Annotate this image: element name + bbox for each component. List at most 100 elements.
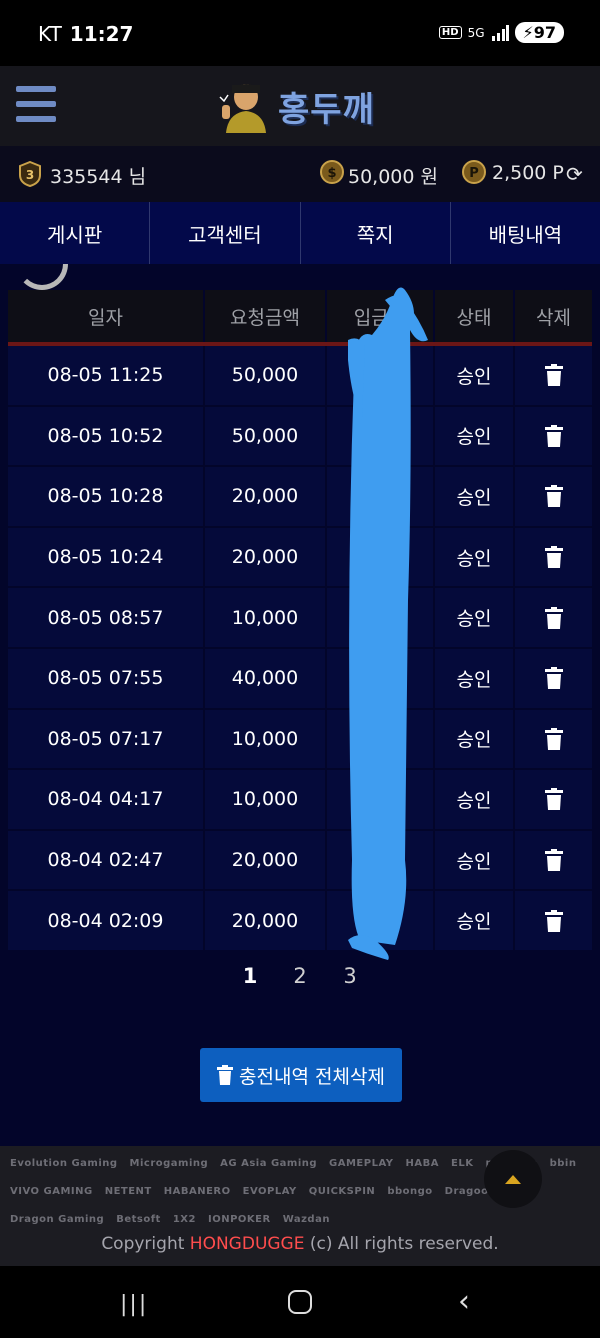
row-depositor: [327, 467, 435, 526]
trash-icon: [544, 606, 563, 629]
row-status: 승인: [435, 709, 515, 769]
row-date: 08-05 07:55: [8, 648, 205, 708]
page-2[interactable]: 2: [291, 964, 309, 994]
row-delete-button[interactable]: [515, 588, 592, 647]
row-status: 승인: [435, 467, 515, 526]
menu-icon[interactable]: [16, 86, 56, 122]
row-delete-button[interactable]: [515, 710, 592, 769]
row-date: 08-04 04:17: [8, 770, 205, 829]
provider-logo: Wazdan: [282, 1214, 330, 1225]
chevron-up-icon: [505, 1175, 521, 1184]
row-delete-button[interactable]: [515, 346, 592, 405]
row-delete-button[interactable]: [515, 831, 592, 890]
table-row: 08-05 07:55 40,000 승인: [8, 648, 592, 710]
row-depositor: [327, 891, 435, 950]
charge-history-table: 일자 요청금액 입금자 상태 삭제 08-05 11:25 50,000 승인 08-…: [8, 290, 592, 952]
battery-level: 97: [533, 23, 556, 42]
provider-logo: bbongo: [387, 1186, 433, 1197]
row-depositor: [327, 648, 435, 708]
trash-icon: [544, 485, 563, 508]
trash-icon: [544, 727, 563, 750]
provider-logo: QUICKSPIN: [308, 1186, 376, 1197]
copyright-suffix: (c) All rights reserved.: [304, 1234, 499, 1254]
nav-messages[interactable]: 쪽지: [301, 202, 451, 264]
row-status: 승인: [435, 588, 515, 647]
row-date: 08-05 10:52: [8, 406, 205, 466]
table-body: 08-05 11:25 50,000 승인 08-05 10:52 50,000 승인 08…: [8, 346, 592, 952]
svg-text:P: P: [469, 166, 479, 181]
home-icon[interactable]: [288, 1290, 312, 1314]
row-delete-button[interactable]: [515, 770, 592, 829]
delete-all-button[interactable]: 충전내역 전체삭제: [200, 1048, 402, 1102]
nav-customer-center[interactable]: 고객센터: [150, 202, 301, 264]
row-status: 승인: [435, 648, 515, 708]
provider-logo: HABANERO: [163, 1186, 231, 1197]
scroll-to-top-button[interactable]: [484, 1150, 542, 1208]
row-date: 08-05 07:17: [8, 709, 205, 769]
main-nav: 게시판 고객센터 쪽지 배팅내역: [0, 202, 600, 264]
username: 335544 님: [50, 166, 147, 188]
provider-logo: 1X2: [172, 1214, 196, 1225]
row-depositor: [327, 709, 435, 769]
row-amount: 40,000: [205, 648, 327, 708]
carrier-label: KT: [38, 22, 62, 46]
row-depositor: [327, 588, 435, 647]
page-1[interactable]: 1: [241, 964, 259, 994]
trash-icon: [544, 546, 563, 569]
provider-logo: NETENT: [104, 1186, 152, 1197]
logo-text: 홍두깨: [278, 89, 375, 130]
trash-icon: [544, 364, 563, 387]
refresh-icon[interactable]: ⟳: [566, 162, 583, 186]
row-amount: 20,000: [205, 527, 327, 587]
charge-history-panel: 일자 요청금액 입금자 상태 삭제 08-05 11:25 50,000 승인 08-…: [0, 264, 600, 1146]
title-ring-icon: [16, 264, 68, 290]
table-row: 08-05 10:24 20,000 승인: [8, 527, 592, 589]
page-3[interactable]: 3: [341, 964, 359, 994]
copyright-brand: HONGDUGGE: [189, 1234, 305, 1254]
provider-logo: IONPOKER: [207, 1214, 271, 1225]
row-delete-button[interactable]: [515, 467, 592, 526]
table-header: 일자 요청금액 입금자 상태 삭제: [8, 290, 592, 346]
provider-logo: Dragon Gaming: [10, 1214, 105, 1225]
user-info-bar: 3 335544 님 $ 50,000 원 P 2,500 P ⟳: [0, 146, 600, 202]
row-amount: 20,000: [205, 467, 327, 526]
row-date: 08-05 10:28: [8, 467, 205, 526]
row-date: 08-05 11:25: [8, 346, 205, 405]
copyright: Copyright HONGDUGGE (c) All rights reser…: [0, 1234, 600, 1254]
mascot-icon: [219, 84, 266, 133]
row-depositor: [327, 770, 435, 829]
trash-icon: [217, 1065, 234, 1085]
row-delete-button[interactable]: [515, 528, 592, 587]
provider-logo: AG Asia Gaming: [220, 1158, 318, 1169]
row-status: 승인: [435, 346, 515, 405]
row-amount: 10,000: [205, 588, 327, 647]
point-coin-icon: P: [462, 160, 486, 184]
row-amount: 20,000: [205, 830, 327, 890]
delete-all-label: 충전내역 전체삭제: [239, 1065, 385, 1088]
row-delete-button[interactable]: [515, 407, 592, 466]
nav-board[interactable]: 게시판: [0, 202, 151, 264]
table-row: 08-05 11:25 50,000 승인: [8, 346, 592, 407]
row-amount: 10,000: [205, 770, 327, 829]
section-title: [10, 264, 590, 290]
provider-logo: Evolution Gaming: [10, 1158, 118, 1169]
row-date: 08-04 02:09: [8, 891, 205, 950]
nav-betting-history[interactable]: 배팅내역: [451, 202, 600, 264]
trash-icon: [544, 667, 563, 690]
provider-logo: Microgaming: [129, 1158, 209, 1169]
app-header: 홍두깨: [0, 66, 600, 146]
row-depositor: [327, 346, 435, 405]
trash-icon: [544, 424, 563, 447]
point-balance: 2,500 P: [492, 162, 564, 184]
table-row: 08-05 10:28 20,000 승인: [8, 467, 592, 528]
row-amount: 50,000: [205, 406, 327, 466]
row-status: 승인: [435, 891, 515, 950]
site-logo[interactable]: 홍두깨: [216, 78, 375, 134]
row-delete-button[interactable]: [515, 891, 592, 950]
recents-icon[interactable]: |||: [120, 1292, 148, 1317]
header-depositor: 입금자: [327, 290, 435, 342]
status-bar: KT 11:27 HD 5G ⚡97: [0, 0, 600, 66]
back-icon[interactable]: ‹: [458, 1284, 470, 1319]
footer: Evolution Gaming Microgaming AG Asia Gamin…: [0, 1146, 600, 1266]
row-delete-button[interactable]: [515, 649, 592, 708]
